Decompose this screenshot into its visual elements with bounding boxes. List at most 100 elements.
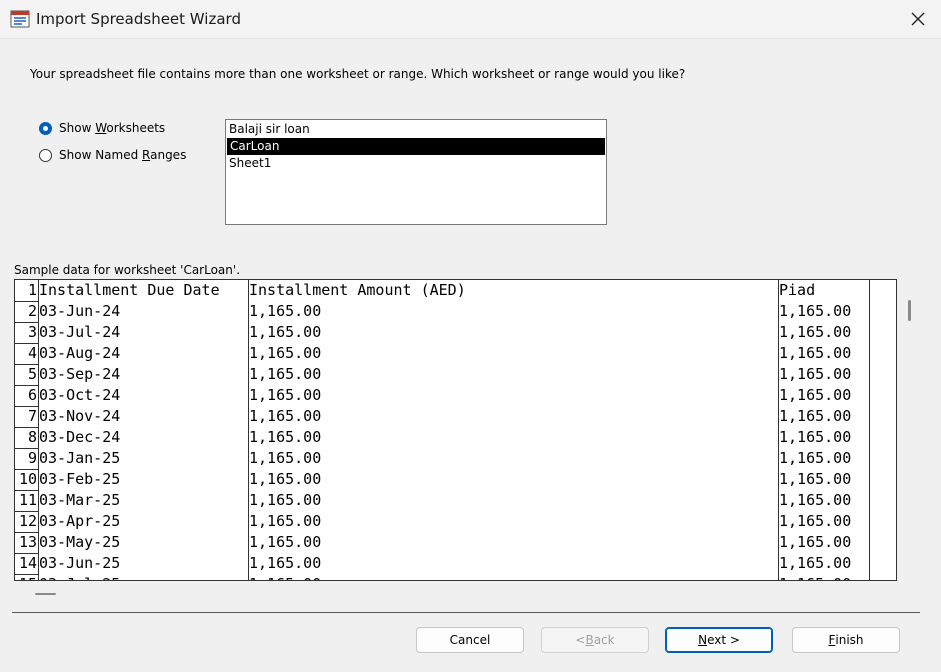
amount-cell: 1,165.00 bbox=[249, 365, 322, 383]
table-row: 1 Installment Due Date Installment Amount … bbox=[15, 280, 885, 301]
prompt-text: Your spreadsheet file contains more than… bbox=[30, 67, 686, 81]
row-divider bbox=[15, 511, 38, 512]
amount-cell: 1,165.00 bbox=[249, 574, 778, 580]
row-number: 13 bbox=[18, 533, 37, 551]
due-date-cell: 03-May-25 bbox=[39, 533, 121, 551]
row-divider bbox=[15, 490, 38, 491]
next-button[interactable]: Next > bbox=[665, 627, 773, 653]
table-row: 13 03-May-25 1,165.00 1,165.00 bbox=[15, 532, 885, 553]
row-number: 2 bbox=[27, 302, 37, 320]
due-date-cell: 03-Oct-24 bbox=[39, 386, 121, 404]
radio-button-checked[interactable] bbox=[39, 121, 52, 135]
show-named-ranges-label: Show Named Ranges bbox=[59, 148, 187, 162]
due-date-cell: 03-Jul-25 bbox=[39, 574, 248, 580]
table-row: 9 03-Jan-25 1,165.00 1,165.00 bbox=[15, 448, 885, 469]
show-worksheets-label: Show Worksheets bbox=[59, 121, 166, 135]
due-date-cell: 03-Sep-24 bbox=[39, 365, 121, 383]
table-row: 11 03-Mar-25 1,165.00 1,165.00 bbox=[15, 490, 885, 511]
amount-cell: 1,165.00 bbox=[249, 491, 322, 509]
show-named-ranges-radio[interactable]: Show Named Ranges bbox=[39, 148, 186, 162]
row-divider bbox=[15, 553, 38, 554]
close-button[interactable] bbox=[895, 0, 941, 38]
row-divider bbox=[15, 448, 38, 449]
due-date-cell: 03-Apr-25 bbox=[39, 512, 121, 530]
import-spreadsheet-icon bbox=[10, 10, 30, 28]
row-number: 14 bbox=[18, 554, 37, 572]
paid-cell: 1,165.00 bbox=[779, 386, 852, 404]
amount-cell: 1,165.00 bbox=[249, 302, 322, 320]
paid-cell: 1,165.00 bbox=[779, 533, 852, 551]
radio-button-unchecked[interactable] bbox=[39, 148, 52, 162]
paid-cell: Piad bbox=[779, 281, 816, 299]
table-row: 3 03-Jul-24 1,165.00 1,165.00 bbox=[15, 322, 885, 343]
row-divider bbox=[15, 385, 38, 386]
row-divider bbox=[15, 469, 38, 470]
due-date-cell: 03-Mar-25 bbox=[39, 491, 121, 509]
row-divider bbox=[15, 301, 38, 302]
table-row: 10 03-Feb-25 1,165.00 1,165.00 bbox=[15, 469, 885, 490]
amount-cell: 1,165.00 bbox=[249, 470, 322, 488]
amount-cell: 1,165.00 bbox=[249, 554, 322, 572]
due-date-cell: 03-Jun-25 bbox=[39, 554, 121, 572]
paid-cell: 1,165.00 bbox=[779, 407, 852, 425]
table-row: 4 03-Aug-24 1,165.00 1,165.00 bbox=[15, 343, 885, 364]
horizontal-scrollbar-thumb[interactable] bbox=[35, 593, 56, 595]
paid-cell: 1,165.00 bbox=[779, 302, 852, 320]
row-number: 6 bbox=[27, 386, 37, 404]
row-number: 3 bbox=[27, 323, 37, 341]
row-number: 5 bbox=[27, 365, 37, 383]
list-item-balaji-sir-loan[interactable]: Balaji sir loan bbox=[226, 121, 606, 138]
row-number: 7 bbox=[27, 407, 37, 425]
table-row: 7 03-Nov-24 1,165.00 1,165.00 bbox=[15, 406, 885, 427]
table-row: 8 03-Dec-24 1,165.00 1,165.00 bbox=[15, 427, 885, 448]
amount-cell: 1,165.00 bbox=[249, 323, 322, 341]
back-button[interactable]: < Back bbox=[541, 627, 649, 653]
close-icon bbox=[911, 12, 925, 26]
row-number: 12 bbox=[18, 512, 37, 530]
paid-cell: 1,165.00 bbox=[779, 574, 869, 580]
window-title: Import Spreadsheet Wizard bbox=[36, 10, 241, 28]
finish-button[interactable]: Finish bbox=[792, 627, 900, 653]
worksheet-list[interactable]: Balaji sir loan CarLoan Sheet1 bbox=[225, 119, 607, 225]
sample-data-label: Sample data for worksheet 'CarLoan'. bbox=[14, 263, 241, 277]
vertical-scrollbar-thumb[interactable] bbox=[908, 300, 911, 321]
amount-cell: Installment Amount (AED) bbox=[249, 281, 466, 299]
row-divider bbox=[15, 322, 38, 323]
table-row: 12 03-Apr-25 1,165.00 1,165.00 bbox=[15, 511, 885, 532]
show-worksheets-radio[interactable]: Show Worksheets bbox=[39, 121, 165, 135]
due-date-cell: 03-Nov-24 bbox=[39, 407, 121, 425]
row-divider bbox=[15, 364, 38, 365]
row-number: 11 bbox=[18, 491, 37, 509]
row-number: 8 bbox=[27, 428, 37, 446]
list-item-sheet1[interactable]: Sheet1 bbox=[226, 155, 606, 172]
amount-cell: 1,165.00 bbox=[249, 533, 322, 551]
amount-cell: 1,165.00 bbox=[249, 386, 322, 404]
row-divider bbox=[15, 343, 38, 344]
table-row: 14 03-Jun-25 1,165.00 1,165.00 bbox=[15, 553, 885, 574]
due-date-cell: 03-Aug-24 bbox=[39, 344, 121, 362]
row-divider bbox=[15, 574, 38, 575]
title-bar: Import Spreadsheet Wizard bbox=[0, 0, 941, 39]
table-row: 6 03-Oct-24 1,165.00 1,165.00 bbox=[15, 385, 885, 406]
paid-cell: 1,165.00 bbox=[779, 512, 852, 530]
table-row: 5 03-Sep-24 1,165.00 1,165.00 bbox=[15, 364, 885, 385]
due-date-cell: Installment Due Date bbox=[39, 281, 220, 299]
paid-cell: 1,165.00 bbox=[779, 344, 852, 362]
row-divider bbox=[15, 427, 38, 428]
amount-cell: 1,165.00 bbox=[249, 428, 322, 446]
row-number: 9 bbox=[27, 449, 37, 467]
row-number: 10 bbox=[18, 470, 37, 488]
separator bbox=[12, 612, 920, 613]
list-item-carloan[interactable]: CarLoan bbox=[227, 138, 605, 155]
amount-cell: 1,165.00 bbox=[249, 512, 322, 530]
due-date-cell: 03-Dec-24 bbox=[39, 428, 121, 446]
amount-cell: 1,165.00 bbox=[249, 449, 322, 467]
paid-cell: 1,165.00 bbox=[779, 449, 852, 467]
paid-cell: 1,165.00 bbox=[779, 365, 852, 383]
cancel-button[interactable]: Cancel bbox=[416, 627, 524, 653]
row-number: 1 bbox=[27, 281, 37, 299]
due-date-cell: 03-Jun-24 bbox=[39, 302, 121, 320]
due-date-cell: 03-Jul-24 bbox=[39, 323, 121, 341]
sample-data-grid[interactable]: 1 Installment Due Date Installment Amount … bbox=[14, 279, 897, 581]
table-row: 2 03-Jun-24 1,165.00 1,165.00 bbox=[15, 301, 885, 322]
